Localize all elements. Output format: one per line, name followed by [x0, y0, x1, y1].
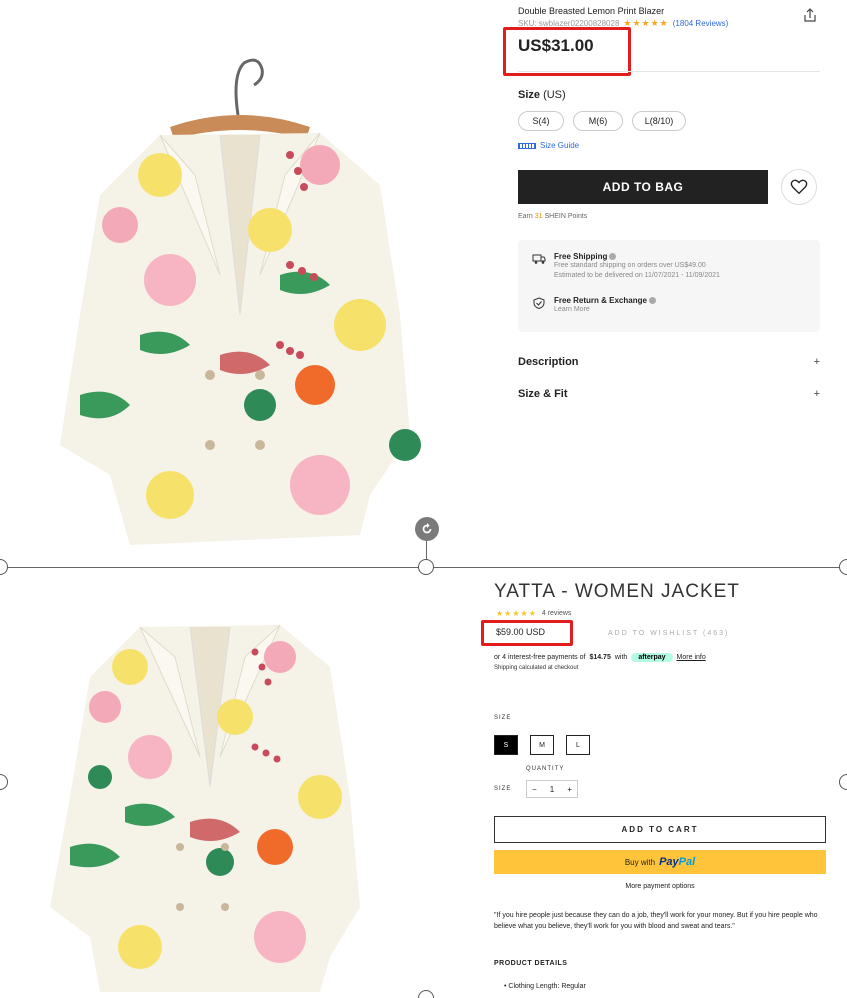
size-option-m[interactable]: M	[530, 735, 554, 755]
help-icon[interactable]	[648, 297, 656, 305]
description-accordion[interactable]: Description +	[518, 356, 820, 368]
quantity-label: QUANTITY	[526, 766, 565, 772]
buy-with-label: Buy with	[624, 857, 656, 867]
price-highlight-box	[503, 27, 631, 76]
size-guide-link[interactable]: Size Guide	[518, 141, 579, 150]
quantity-stepper: − 1 +	[526, 780, 578, 798]
points-value: 31	[534, 213, 543, 220]
free-shipping-title: Free Shipping	[554, 252, 608, 261]
shipping-info-box: Free Shipping Free standard shipping on …	[518, 240, 820, 332]
shopify-product-panel: YATTA - WOMEN JACKET ★★★★★ 4 reviews $59…	[0, 567, 847, 998]
installment-prefix: or 4 interest-free payments of	[494, 654, 586, 661]
paypal-logo: PayPal	[659, 856, 696, 868]
size-options: S M L	[494, 735, 590, 755]
size-fit-accordion[interactable]: Size & Fit +	[518, 388, 820, 400]
heart-icon	[790, 179, 808, 195]
product-title: Double Breasted Lemon Print Blazer	[518, 6, 665, 16]
points-prefix: Earn	[518, 213, 533, 220]
size-label-secondary: SIZE	[494, 786, 512, 792]
points-text: Earn 31 SHEIN Points	[518, 213, 587, 220]
accordion-label-description: Description	[518, 356, 579, 368]
quantity-value[interactable]: 1	[550, 785, 554, 794]
afterpay-logo: afterpay	[631, 653, 673, 662]
size-guide-label: Size Guide	[540, 141, 580, 150]
free-return-row: Free Return & Exchange Learn More	[532, 296, 656, 315]
more-payment-options-link[interactable]: More payment options	[494, 883, 826, 890]
shipping-calc-note: Shipping calculated at checkout	[494, 665, 579, 671]
size-unit: (US)	[543, 89, 566, 101]
size-option-l[interactable]: L	[566, 735, 590, 755]
size-option-s[interactable]: S	[494, 735, 518, 755]
product-details-heading: PRODUCT DETAILS	[494, 960, 568, 967]
quantity-decrease-button[interactable]: −	[532, 785, 537, 794]
rating-row: ★★★★★ 4 reviews	[496, 609, 571, 618]
size-options: S(4) M(6) L(8/10)	[518, 111, 686, 131]
rotate-handle-stem	[426, 541, 427, 561]
add-to-wishlist-link[interactable]: ADD TO WISHLIST (463)	[608, 630, 729, 637]
installment-amount: $14.75	[589, 654, 611, 661]
product-image-jacket[interactable]	[30, 607, 390, 992]
add-to-bag-button[interactable]: ADD TO BAG	[518, 170, 768, 204]
product-title: YATTA - WOMEN JACKET	[494, 581, 740, 602]
paypal-button[interactable]: Buy with PayPal	[494, 850, 826, 874]
help-icon[interactable]	[609, 253, 617, 261]
shield-check-icon	[533, 297, 545, 309]
size-option-l[interactable]: L(8/10)	[632, 111, 686, 131]
shein-product-panel: Double Breasted Lemon Print Blazer SKU: …	[0, 0, 847, 567]
product-quote: "If you hire people just because they ca…	[494, 912, 818, 930]
points-suffix: SHEIN Points	[544, 213, 588, 220]
divider	[518, 71, 820, 72]
share-icon[interactable]	[802, 7, 818, 23]
resize-handle-top-center[interactable]	[418, 559, 434, 575]
free-shipping-row: Free Shipping Free standard shipping on …	[532, 252, 720, 281]
size-option-s[interactable]: S(4)	[518, 111, 564, 131]
accordion-label-size-fit: Size & Fit	[518, 388, 568, 400]
shipping-line-2: Estimated to be delivered on 11/07/2021 …	[554, 272, 720, 279]
truck-icon	[532, 254, 546, 264]
reviews-count[interactable]: 4 reviews	[542, 610, 572, 617]
shipping-line-1: Free standard shipping on orders over US…	[554, 262, 706, 269]
wishlist-heart-button[interactable]	[781, 169, 817, 205]
rotate-handle[interactable]	[415, 517, 439, 541]
more-info-link[interactable]: More info	[677, 654, 706, 661]
size-heading: Size (US)	[518, 89, 566, 101]
ruler-icon	[518, 142, 536, 149]
size-label: SIZE	[494, 715, 512, 721]
installment-with: with	[614, 654, 628, 661]
add-to-cart-button[interactable]: ADD TO CART	[494, 816, 826, 843]
product-image-blazer[interactable]	[20, 55, 460, 555]
learn-more-link[interactable]: Learn More	[554, 305, 656, 315]
size-label: Size	[518, 89, 541, 101]
plus-icon: +	[813, 388, 820, 400]
price-highlight-box	[481, 620, 573, 646]
size-option-m[interactable]: M(6)	[573, 111, 623, 131]
reviews-link[interactable]: (1804 Reviews)	[673, 19, 729, 28]
detail-bullet: • Clothing Length: Regular	[504, 983, 586, 990]
free-return-title: Free Return & Exchange	[554, 296, 647, 305]
plus-icon: +	[813, 356, 820, 368]
rating-stars: ★★★★★	[496, 609, 537, 618]
quantity-increase-button[interactable]: +	[567, 785, 572, 794]
rotate-icon	[422, 522, 432, 534]
installments-row: or 4 interest-free payments of $14.75 wi…	[494, 653, 706, 662]
